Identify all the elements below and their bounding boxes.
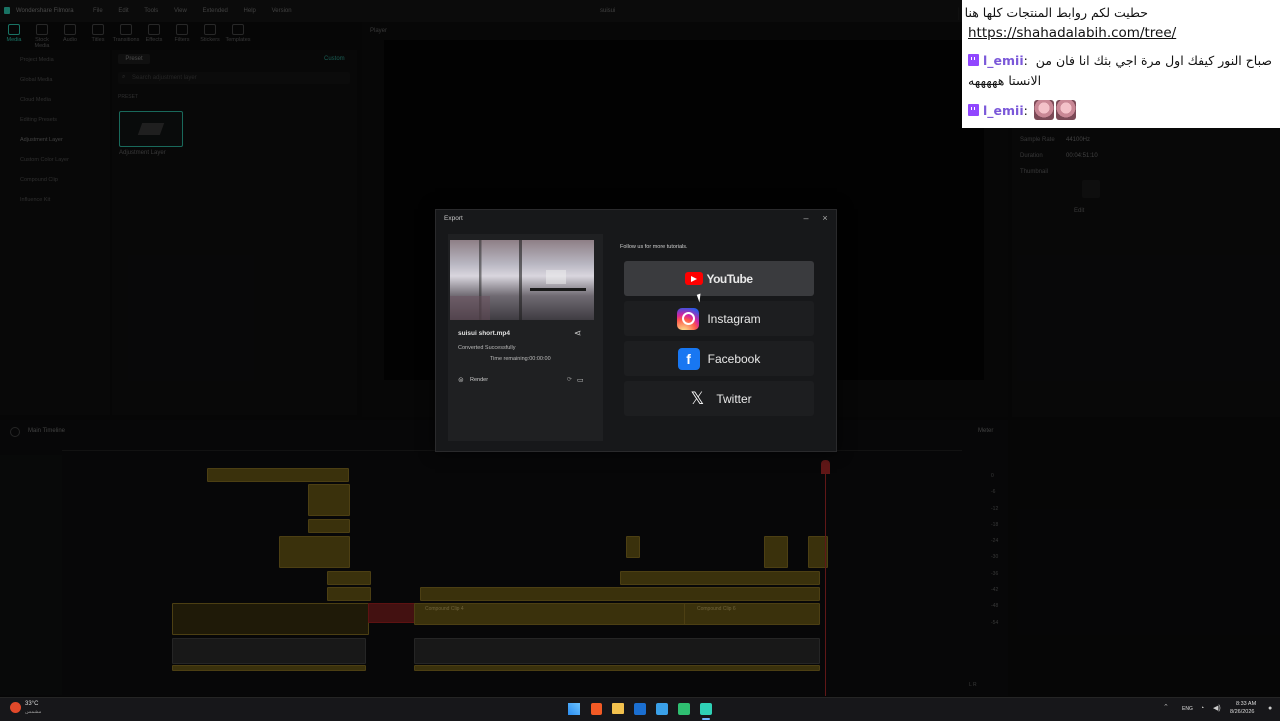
- volume-icon[interactable]: ◀): [1213, 704, 1221, 712]
- file-explorer-icon[interactable]: [612, 703, 624, 714]
- chat-message: l_emii:: [968, 100, 1076, 120]
- facebook-icon: f: [677, 347, 700, 370]
- emote-icon: [1055, 100, 1076, 120]
- folder-icon[interactable]: ▭: [577, 376, 584, 384]
- render-label[interactable]: Render: [470, 377, 488, 383]
- steam-icon[interactable]: [634, 703, 646, 715]
- export-status: Converted Successfully: [458, 345, 516, 351]
- twitch-badge-icon: [968, 54, 979, 66]
- clock-date[interactable]: 8/26/2026: [1230, 709, 1254, 715]
- brave-browser-icon[interactable]: [591, 703, 602, 715]
- twitter-button[interactable]: 𝕏 Twitter: [624, 381, 814, 416]
- chat-message: l_emii:: [968, 53, 1028, 68]
- x-twitter-icon: 𝕏: [690, 388, 705, 408]
- emote-icon: [1033, 100, 1054, 120]
- filmora-taskbar-icon[interactable]: [700, 703, 712, 715]
- app-icon[interactable]: [678, 703, 690, 715]
- youtube-button[interactable]: YouTube: [624, 261, 814, 296]
- minimize-button[interactable]: –: [800, 212, 812, 224]
- instagram-icon: [677, 307, 700, 330]
- render-icon: ⊜: [458, 377, 464, 384]
- weather-desc: مشمس: [25, 709, 42, 715]
- follow-text: Follow us for more tutorials.: [620, 244, 688, 250]
- chat-message-link[interactable]: https://shahadalabih.com/tree/: [968, 25, 1176, 41]
- instagram-button[interactable]: Instagram: [624, 301, 814, 336]
- stream-chat-overlay: حطيت لكم روابط المنتجات كلها هنا | https…: [956, 0, 1280, 128]
- chat-message-text: حطيت لكم روابط المنتجات كلها هنا |: [956, 5, 1148, 20]
- tray-chevron-icon[interactable]: ⌃: [1163, 703, 1169, 711]
- start-button-icon[interactable]: [568, 703, 580, 715]
- video-thumbnail: [450, 240, 594, 320]
- windows-taskbar: 33°C مشمس ⌃ ENG ◔ ◀) 8:33 AM 8/26/2026 ●: [0, 697, 1280, 721]
- chat-message-text: صباح النور كيفك اول مرة اجي بثك انا فان …: [1035, 53, 1272, 68]
- weather-temp: 33°C: [25, 701, 39, 707]
- language-indicator[interactable]: ENG: [1182, 706, 1193, 712]
- clock-time[interactable]: 8:33 AM: [1236, 701, 1256, 707]
- weather-icon[interactable]: [10, 702, 21, 713]
- time-remaining: Time remaining:00:00:00: [490, 356, 551, 362]
- chat-username[interactable]: l_emii: [983, 103, 1024, 118]
- chat-username[interactable]: l_emii: [983, 53, 1024, 68]
- refresh-icon[interactable]: ⟳: [567, 376, 572, 383]
- export-dialog: Export – × suisui short.mp4 ⋖ Converted …: [435, 209, 837, 452]
- social-follow-pane: Follow us for more tutorials. YouTube In…: [616, 234, 831, 444]
- share-icon[interactable]: ⋖: [574, 328, 582, 339]
- export-result-card: suisui short.mp4 ⋖ Converted Successfull…: [448, 234, 603, 441]
- facebook-button[interactable]: f Facebook: [624, 341, 814, 376]
- app-icon[interactable]: [656, 703, 668, 715]
- twitch-badge-icon: [968, 104, 979, 116]
- network-icon[interactable]: ◔: [1200, 705, 1204, 712]
- youtube-icon: [685, 272, 704, 285]
- close-button[interactable]: ×: [819, 212, 831, 224]
- notification-icon[interactable]: ●: [1268, 705, 1272, 712]
- dialog-title: Export: [444, 215, 463, 222]
- export-file-name: suisui short.mp4: [458, 330, 511, 337]
- chat-message-text: الانستا هههههه: [968, 73, 1042, 88]
